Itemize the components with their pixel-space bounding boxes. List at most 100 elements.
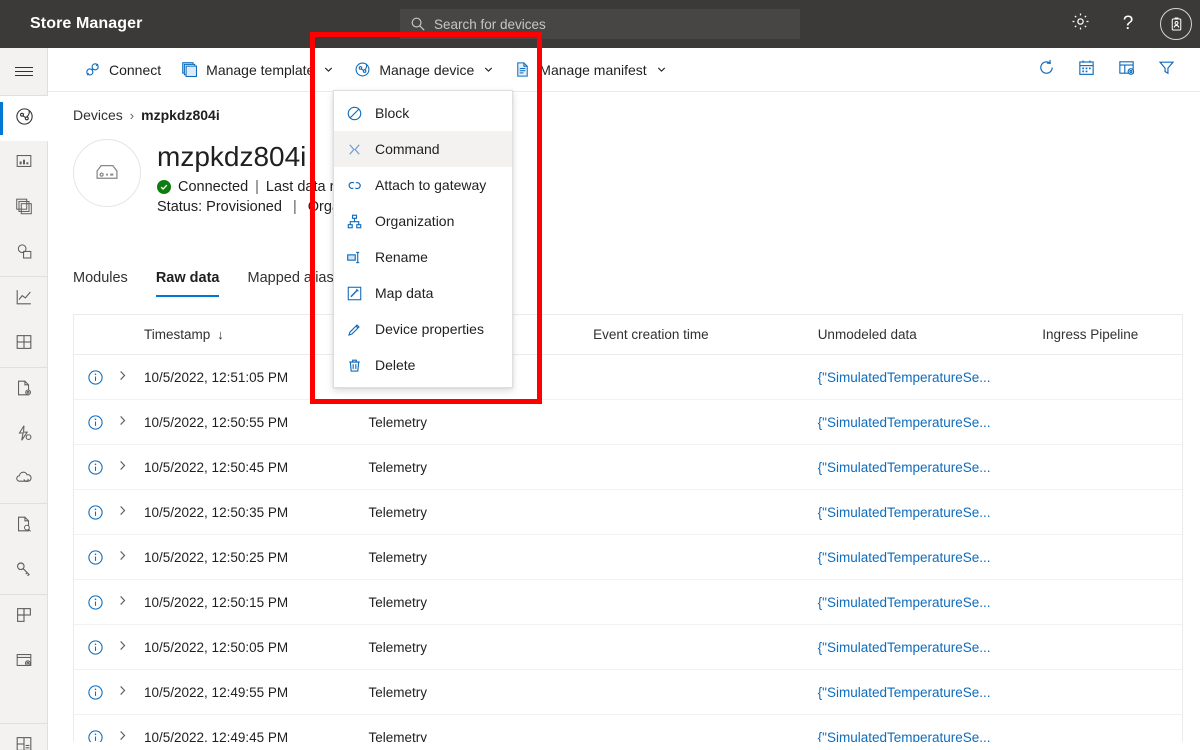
sidebar-item-analytics[interactable] — [0, 277, 48, 322]
sidebar-item-customization[interactable] — [0, 640, 48, 685]
cell-unmodeled-data[interactable]: {"SimulatedTemperatureSe... — [818, 550, 1043, 565]
cell-message-type: Telemetry — [368, 505, 593, 520]
cell-unmodeled-data[interactable]: {"SimulatedTemperatureSe... — [818, 595, 1043, 610]
sidebar-item-app-templates[interactable] — [0, 595, 48, 640]
help-button[interactable]: ? — [1104, 0, 1152, 48]
tab-label: Raw data — [156, 270, 220, 286]
sidebar-item-data-explorer[interactable] — [0, 231, 48, 276]
info-circle-icon[interactable] — [87, 369, 104, 386]
column-options-button[interactable] — [1106, 48, 1146, 92]
column-label: Timestamp — [144, 327, 210, 342]
menu-item-command[interactable]: Command — [334, 131, 512, 167]
table-row[interactable]: 10/5/2022, 12:49:55 PMTelemetry{"Simulat… — [74, 670, 1182, 715]
chevron-right-icon[interactable] — [116, 369, 130, 385]
menu-item-label: Command — [375, 141, 440, 157]
table-row[interactable]: 10/5/2022, 12:49:45 PMTelemetry{"Simulat… — [74, 715, 1182, 742]
cell-unmodeled-data[interactable]: {"SimulatedTemperatureSe... — [818, 505, 1043, 520]
timestamp-text: 10/5/2022, 12:50:35 PM — [144, 505, 288, 520]
table-header-row: Timestamp ↓ Event creation time Unmodele… — [74, 315, 1182, 355]
table-row[interactable]: 10/5/2022, 12:50:35 PM Telemetry {"Simulat… — [74, 490, 1182, 535]
info-circle-icon[interactable] — [87, 504, 104, 521]
sidebar-item-data-export[interactable] — [0, 368, 48, 413]
menu-item-organization[interactable]: Organization — [334, 203, 512, 239]
manage-manifest-button[interactable]: Manage manifest — [504, 48, 676, 92]
sidebar-item-rules[interactable] — [0, 413, 48, 458]
menu-item-map-data[interactable]: Map data — [334, 275, 512, 311]
refresh-button[interactable] — [1026, 48, 1066, 92]
chevron-right-icon[interactable] — [116, 639, 130, 655]
sidebar-item-devices[interactable] — [0, 96, 48, 141]
search-input[interactable]: Search for devices — [400, 9, 800, 39]
tab-modules[interactable]: Modules — [73, 270, 142, 297]
status-badge: Connected — [178, 179, 248, 195]
chevron-right-icon[interactable] — [116, 729, 130, 742]
manage-device-menu: Block Command Attach to gateway — [333, 90, 513, 388]
timestamp-text: 10/5/2022, 12:49:55 PM — [144, 685, 288, 700]
hamburger-menu-button[interactable] — [0, 48, 48, 95]
cell-unmodeled-data[interactable]: {"SimulatedTemperatureSe... — [818, 685, 1043, 700]
menu-item-block[interactable]: Block — [334, 95, 512, 131]
chevron-right-icon[interactable] — [116, 549, 130, 565]
column-header-event-creation-time[interactable]: Event creation time — [593, 327, 818, 342]
chevron-right-icon[interactable] — [116, 684, 130, 700]
filter-button[interactable] — [1146, 48, 1186, 92]
manage-manifest-label: Manage manifest — [539, 62, 646, 78]
table-row[interactable]: 10/5/2022, 12:50:45 PMTelemetry{"Simulat… — [74, 445, 1182, 490]
breadcrumb-current: mzpkdz804i — [141, 107, 220, 123]
info-circle-icon[interactable] — [87, 729, 104, 743]
sidebar-item-administration[interactable] — [0, 724, 48, 750]
sidebar-item-device-templates[interactable] — [0, 186, 48, 231]
menu-item-label: Map data — [375, 285, 433, 301]
sidebar-item-permissions[interactable] — [0, 549, 48, 594]
info-circle-icon[interactable] — [87, 639, 104, 656]
cell-unmodeled-data[interactable]: {"SimulatedTemperatureSe... — [818, 640, 1043, 655]
breadcrumb-devices[interactable]: Devices — [73, 107, 123, 123]
cell-unmodeled-data[interactable]: {"SimulatedTemperatureSe... — [818, 460, 1043, 475]
map-data-icon — [346, 285, 363, 302]
data-explorer-icon — [14, 241, 34, 266]
table-row[interactable]: 10/5/2022, 12:50:25 PMTelemetry{"Simulat… — [74, 535, 1182, 580]
timestamp-text: 10/5/2022, 12:50:55 PM — [144, 415, 288, 430]
settings-button[interactable] — [1056, 0, 1104, 48]
tab-raw-data[interactable]: Raw data — [142, 270, 234, 297]
table-row[interactable]: 10/5/2022, 12:50:05 PMTelemetry{"Simulat… — [74, 625, 1182, 670]
column-header-timestamp[interactable]: Timestamp ↓ — [74, 327, 369, 342]
menu-item-delete[interactable]: Delete — [334, 347, 512, 383]
column-header-ingress-pipeline[interactable]: Ingress Pipeline — [1042, 327, 1182, 342]
table-row[interactable]: 10/5/2022, 12:50:55 PMTelemetry{"Simulat… — [74, 400, 1182, 445]
chevron-right-icon[interactable] — [116, 459, 130, 475]
table-row[interactable]: 10/5/2022, 12:51:05 PM{"SimulatedTempera… — [74, 355, 1182, 400]
sidebar-item-audit-log[interactable] — [0, 504, 48, 549]
info-circle-icon[interactable] — [87, 549, 104, 566]
menu-item-rename[interactable]: Rename — [334, 239, 512, 275]
info-circle-icon[interactable] — [87, 414, 104, 431]
info-circle-icon[interactable] — [87, 684, 104, 701]
cell-unmodeled-data[interactable]: {"SimulatedTemperatureSe... — [818, 370, 1043, 385]
table-row[interactable]: 10/5/2022, 12:50:15 PMTelemetry{"Simulat… — [74, 580, 1182, 625]
menu-item-device-properties[interactable]: Device properties — [334, 311, 512, 347]
chevron-right-icon[interactable] — [116, 414, 130, 430]
connect-button[interactable]: Connect — [74, 48, 171, 92]
sidebar-item-device-groups[interactable] — [0, 141, 48, 186]
cell-unmodeled-data[interactable]: {"SimulatedTemperatureSe... — [818, 415, 1043, 430]
cell-message-type: Telemetry — [368, 595, 593, 610]
cell-unmodeled-data[interactable]: {"SimulatedTemperatureSe... — [818, 730, 1043, 743]
manage-device-button[interactable]: Manage device — [344, 48, 504, 92]
column-label: Event creation time — [593, 327, 709, 342]
info-circle-icon[interactable] — [87, 459, 104, 476]
column-header-unmodeled-data[interactable]: Unmodeled data — [818, 327, 1043, 342]
manage-template-button[interactable]: Manage template — [171, 48, 344, 92]
sidebar-item-jobs[interactable] — [0, 458, 48, 503]
timestamp-text: 10/5/2022, 12:49:45 PM — [144, 730, 288, 743]
info-circle-icon[interactable] — [87, 594, 104, 611]
column-label: Unmodeled data — [818, 327, 917, 342]
time-range-button[interactable] — [1066, 48, 1106, 92]
badge-avatar-icon — [1160, 8, 1192, 40]
menu-item-label: Rename — [375, 249, 428, 265]
menu-item-attach-to-gateway[interactable]: Attach to gateway — [334, 167, 512, 203]
chevron-right-icon[interactable] — [116, 594, 130, 610]
sidebar-item-dashboards[interactable] — [0, 322, 48, 367]
account-button[interactable] — [1152, 0, 1200, 48]
chevron-right-icon[interactable] — [116, 504, 130, 520]
command-bar: Connect Manage template — [48, 48, 1200, 92]
